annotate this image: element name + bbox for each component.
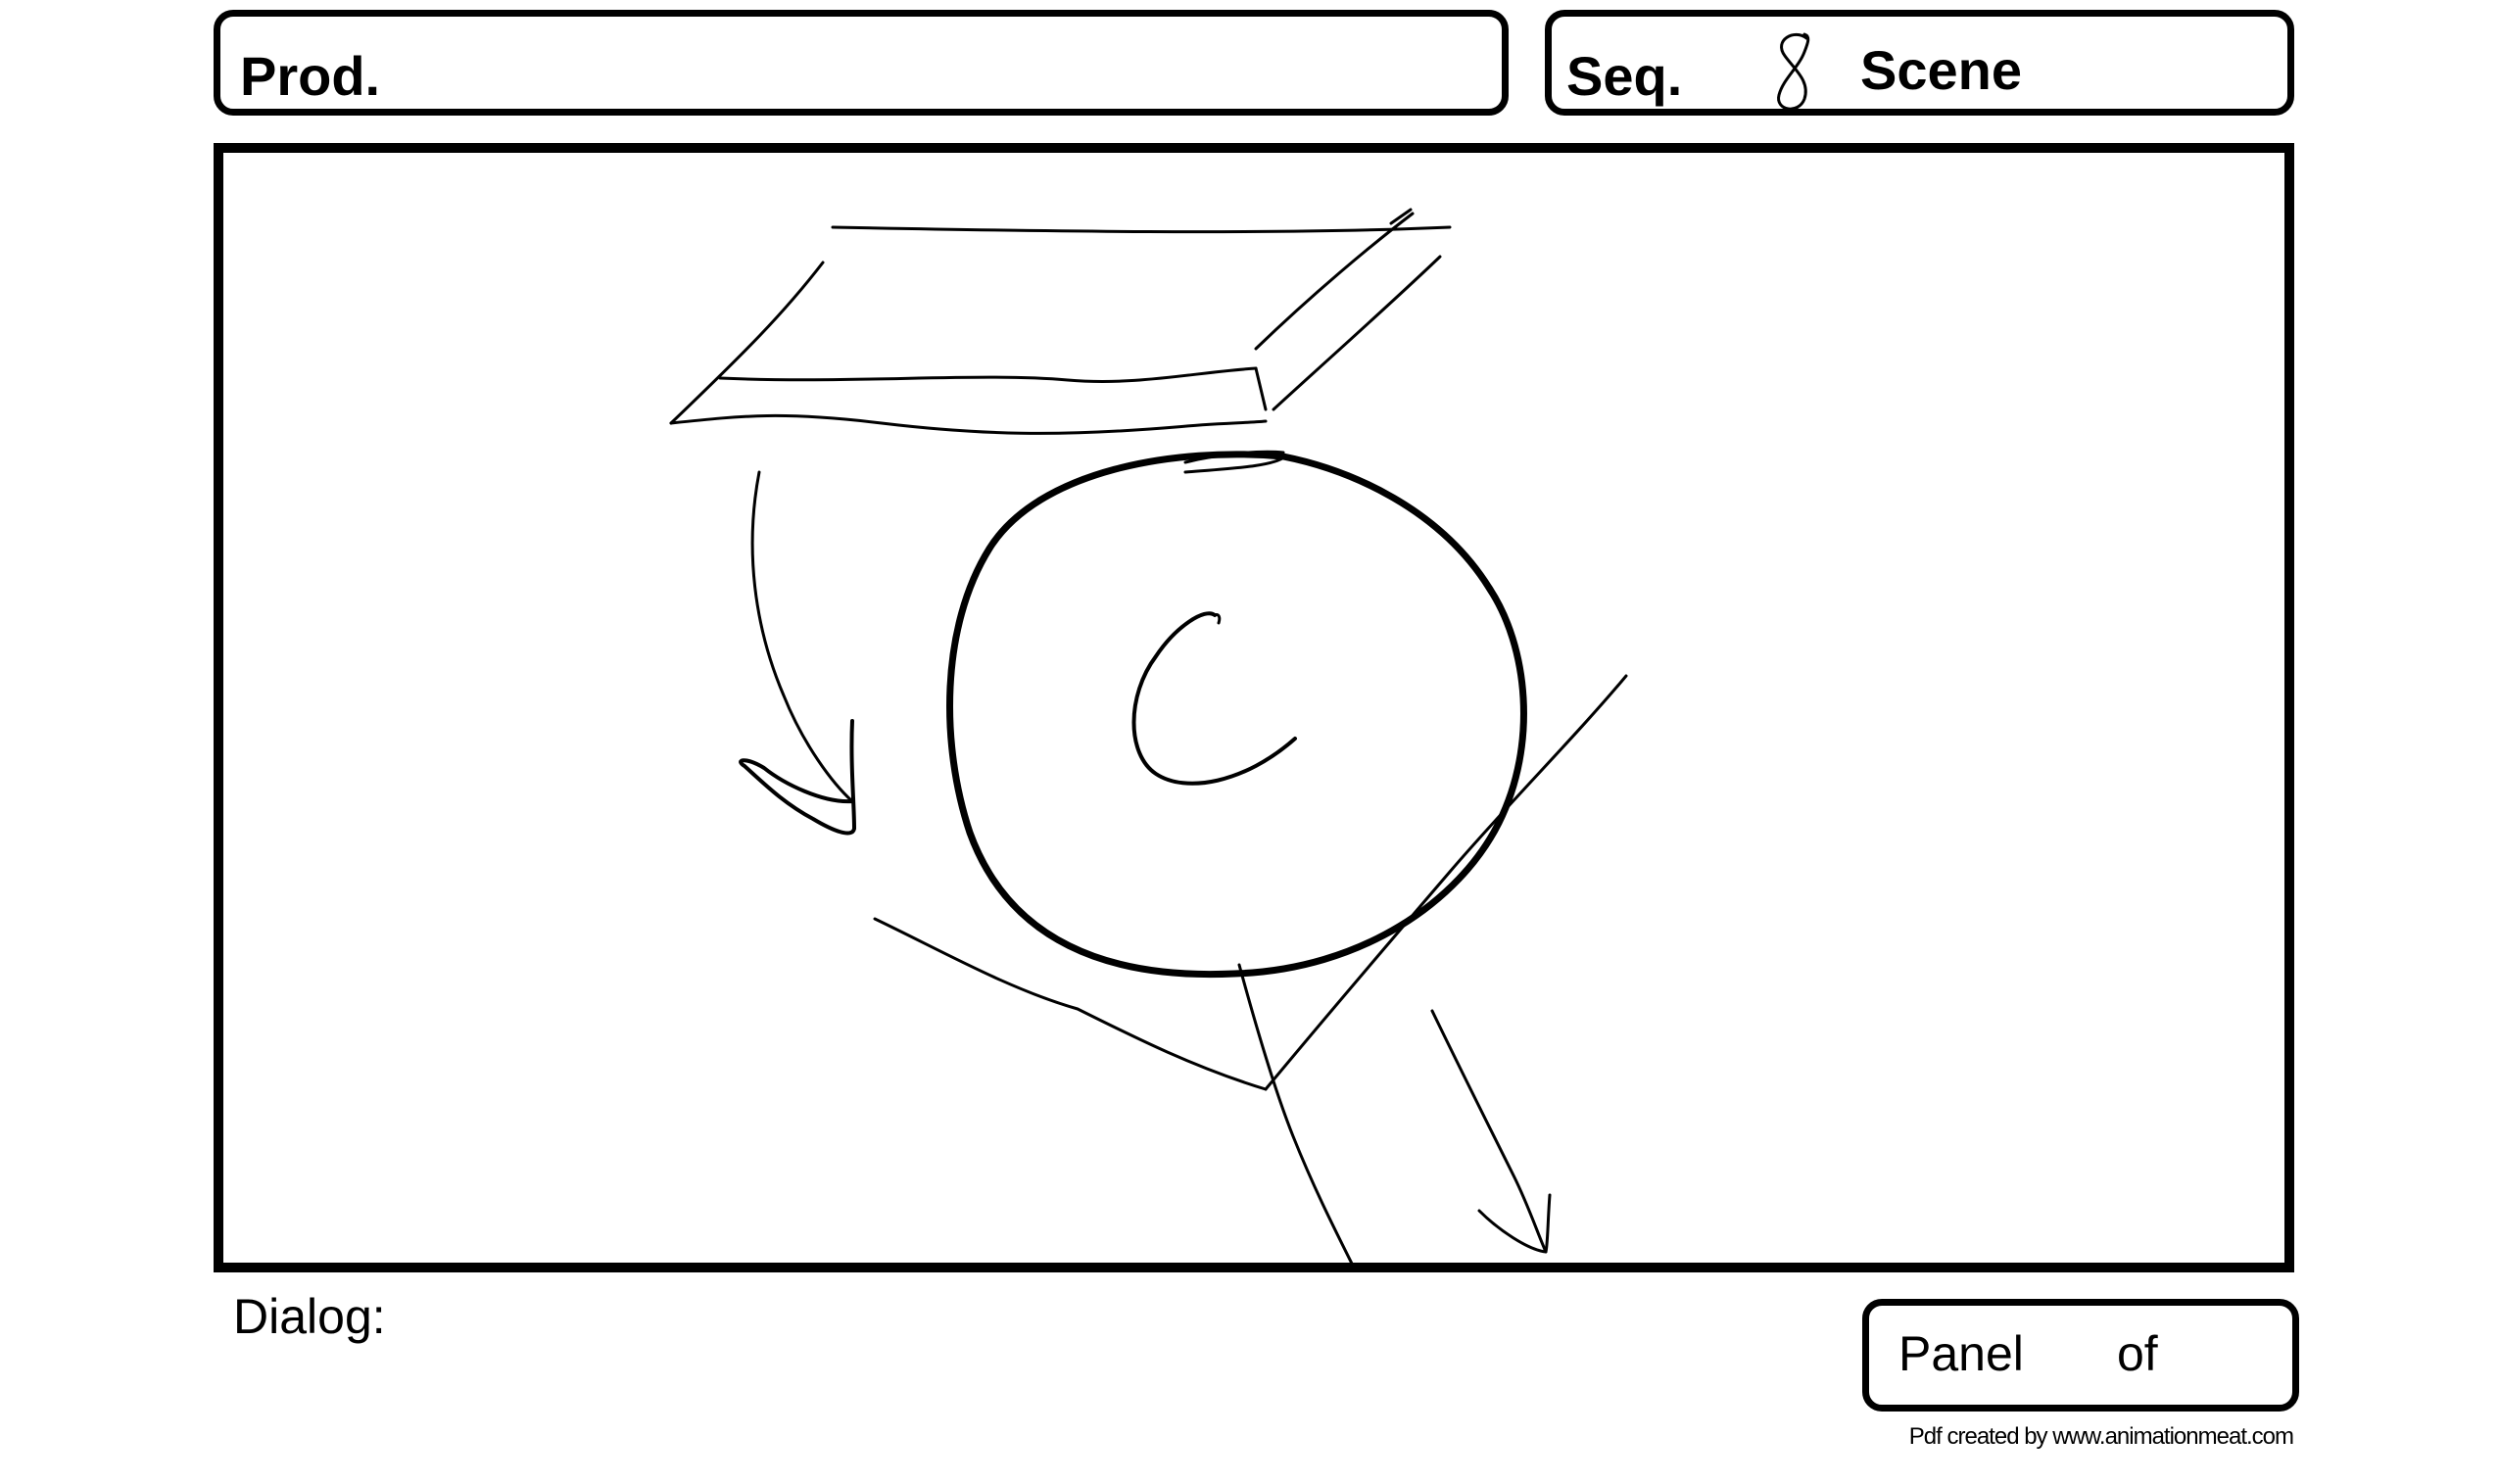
production-label: Prod.: [240, 45, 381, 107]
sketch-left-arrow-shaft: [750, 470, 854, 803]
sketch-right-arrow-shaft: [1430, 1009, 1548, 1254]
sketch-ground-right: [1264, 674, 1628, 1091]
credit-text: Pdf created by www.animationmeat.com: [1908, 1423, 2294, 1450]
storyboard-panel-frame: [214, 143, 2294, 1272]
dialog-label: Dialog:: [233, 1289, 386, 1344]
sketch-right-arrow-head: [1477, 1193, 1552, 1254]
production-field: Prod.: [214, 10, 1509, 116]
storyboard-sketch: [669, 208, 1628, 1263]
sequence-value-handwritten: [1777, 32, 1810, 111]
sequence-label: Seq.: [1566, 45, 1683, 107]
sketch-box-top-edge: [831, 225, 1452, 234]
panel-number-field: Panel of: [1862, 1299, 2299, 1412]
sketch-vertical-line: [1237, 963, 1354, 1263]
sketch-box-left-edge: [669, 261, 825, 425]
sketch-c-mark: [1131, 611, 1297, 786]
sequence-scene-field: Seq. Scene: [1545, 10, 2294, 116]
panel-label: Panel: [1898, 1326, 2024, 1381]
scene-label: Scene: [1860, 39, 2022, 101]
sketch-circle: [946, 451, 1527, 979]
sketch-box-front-lower: [669, 413, 1268, 435]
sketch-box-corner: [1254, 366, 1268, 411]
sketch-box-right-lower: [1272, 255, 1442, 411]
panel-of-label: of: [2117, 1326, 2158, 1381]
sketch-box-right-upper: [1254, 212, 1415, 351]
sketch-box-front-upper: [718, 366, 1258, 383]
sketch-c-mark-tail: [1213, 613, 1222, 625]
sketch-left-arrow-head: [739, 719, 856, 836]
